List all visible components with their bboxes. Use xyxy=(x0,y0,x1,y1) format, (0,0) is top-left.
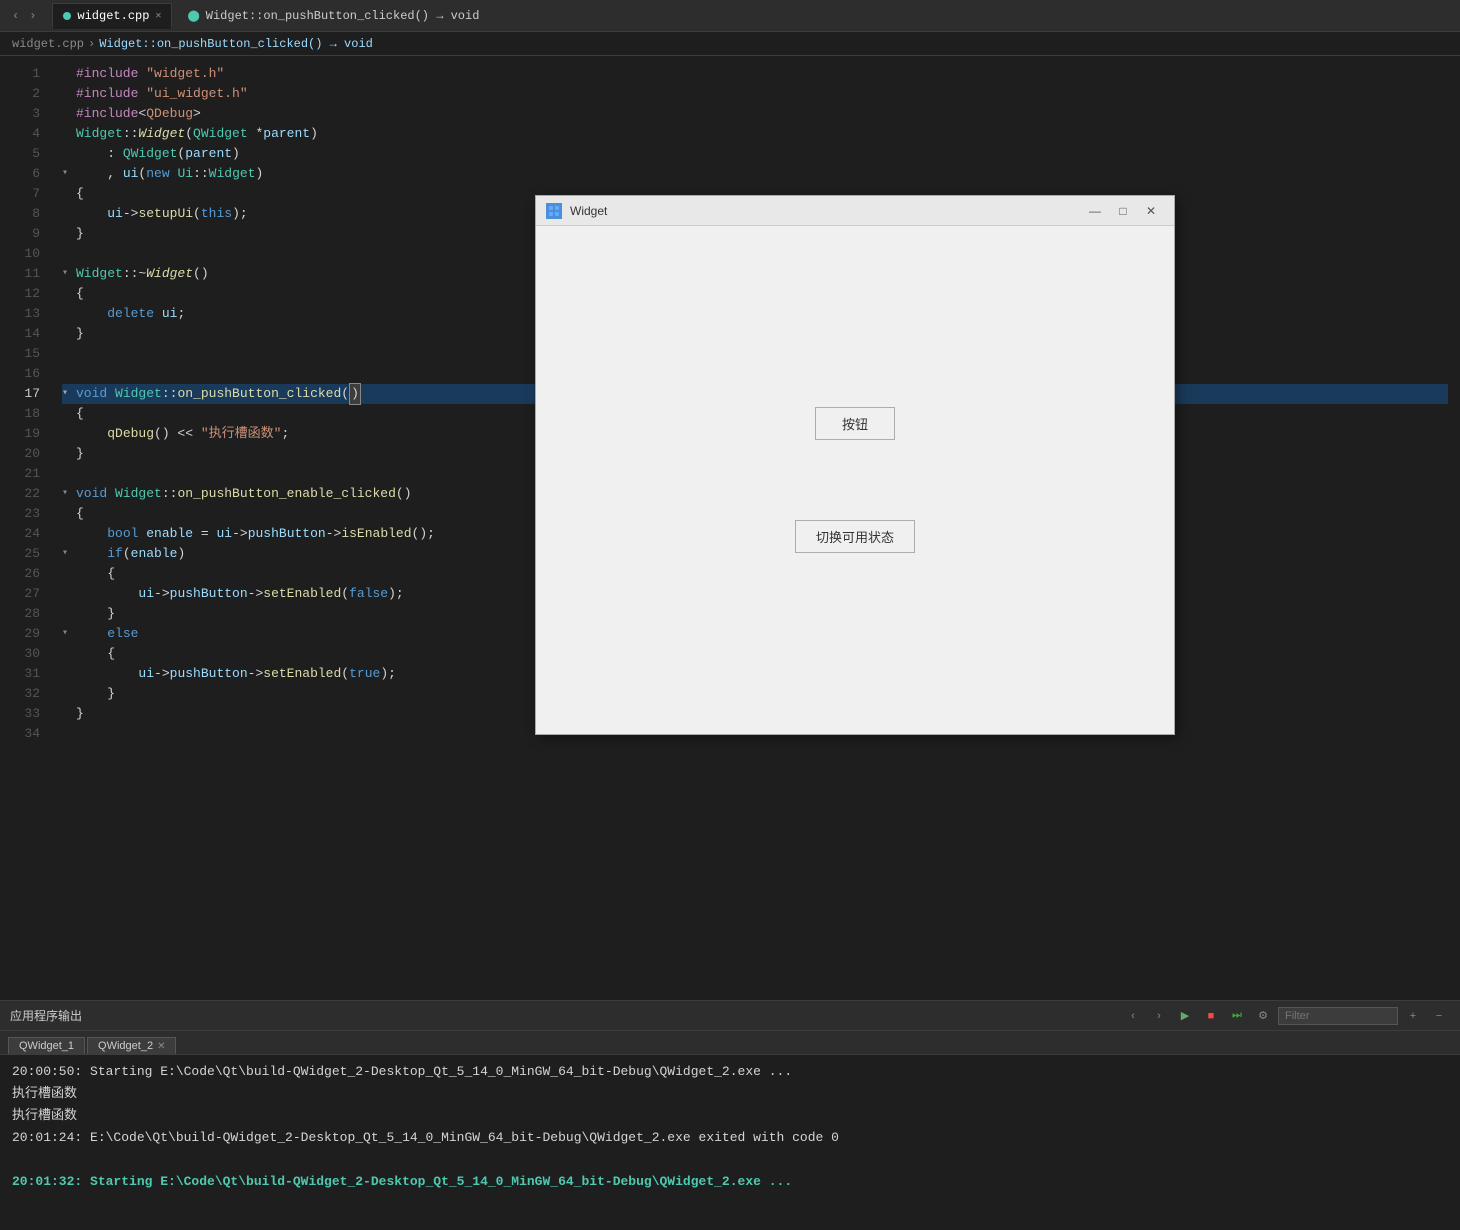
line-numbers: 1 2 3 4 5 6 7 8 9 10 11 12 13 14 15 16 1… xyxy=(0,56,50,1000)
nav-arrows: ‹ › xyxy=(8,7,40,25)
output-step-button[interactable]: ⏭ xyxy=(1226,1007,1248,1025)
window-close-button[interactable]: ✕ xyxy=(1138,201,1164,221)
widget-titlebar: Widget — □ ✕ xyxy=(536,196,1174,226)
output-line-5 xyxy=(12,1149,1448,1171)
breadcrumb-arrow: › xyxy=(88,37,95,51)
ln-11: 11 xyxy=(0,264,40,284)
output-settings-button[interactable]: ⚙ xyxy=(1252,1007,1274,1025)
output-line-3: 执行槽函数 xyxy=(12,1105,1448,1127)
ln-3: 3 xyxy=(0,104,40,124)
ln-24: 24 xyxy=(0,524,40,544)
ln-23: 23 xyxy=(0,504,40,524)
output-tab-qwidget2[interactable]: QWidget_2 ✕ xyxy=(87,1037,176,1054)
ln-7: 7 xyxy=(0,184,40,204)
tab-function[interactable]: ⬤ Widget::on_pushButton_clicked() → void xyxy=(176,3,490,29)
ln-31: 31 xyxy=(0,664,40,684)
output-tabs: QWidget_1 QWidget_2 ✕ xyxy=(0,1031,1460,1055)
nav-forward[interactable]: › xyxy=(25,7,40,25)
breadcrumb: widget.cpp › Widget::on_pushButton_click… xyxy=(0,32,1460,56)
breadcrumb-func: Widget::on_pushButton_clicked() → void xyxy=(99,37,373,51)
ln-14: 14 xyxy=(0,324,40,344)
ln-1: 1 xyxy=(0,64,40,84)
ln-25: 25 xyxy=(0,544,40,564)
tab-bar: ‹ › widget.cpp ✕ ⬤ Widget::on_pushButton… xyxy=(0,0,1460,32)
output-tab-qwidget1-label: QWidget_1 xyxy=(19,1040,74,1052)
output-remove-button[interactable]: − xyxy=(1428,1007,1450,1025)
breadcrumb-file: widget.cpp xyxy=(12,37,84,51)
ln-15: 15 xyxy=(0,344,40,364)
code-line-5: : QWidget(parent) xyxy=(62,144,1448,164)
code-line-6: ▾ , ui(new Ui::Widget) xyxy=(62,164,1448,184)
ln-26: 26 xyxy=(0,564,40,584)
output-controls: ‹ › ▶ ■ ⏭ ⚙ + − xyxy=(1122,1007,1450,1025)
window-minimize-button[interactable]: — xyxy=(1082,201,1108,221)
push-button-1[interactable]: 按钮 xyxy=(815,407,895,440)
widget-preview-window: Widget — □ ✕ 按钮 切换可用状态 xyxy=(535,195,1175,735)
ln-33: 33 xyxy=(0,704,40,724)
output-tab-qwidget2-label: QWidget_2 xyxy=(98,1040,153,1052)
code-line-4: Widget::Widget(QWidget *parent) xyxy=(62,124,1448,144)
ln-13: 13 xyxy=(0,304,40,324)
window-controls: — □ ✕ xyxy=(1082,201,1164,221)
ln-6: 6 xyxy=(0,164,40,184)
ln-32: 32 xyxy=(0,684,40,704)
output-line-1: 20:00:50: Starting E:\Code\Qt\build-QWid… xyxy=(12,1061,1448,1083)
ln-5: 5 xyxy=(0,144,40,164)
widget-app-icon xyxy=(546,203,562,219)
ln-19: 19 xyxy=(0,424,40,444)
code-line-3: #include<QDebug> xyxy=(62,104,1448,124)
tab-close-widget-cpp[interactable]: ✕ xyxy=(155,10,161,22)
output-next-button[interactable]: › xyxy=(1148,1007,1170,1025)
tab-function-label: Widget::on_pushButton_clicked() → void xyxy=(206,9,480,23)
ln-16: 16 xyxy=(0,364,40,384)
ln-30: 30 xyxy=(0,644,40,664)
output-title: 应用程序输出 xyxy=(10,1007,82,1024)
ln-12: 12 xyxy=(0,284,40,304)
code-line-2: #include "ui_widget.h" xyxy=(62,84,1448,104)
output-tab-qwidget2-close[interactable]: ✕ xyxy=(157,1041,165,1052)
window-maximize-button[interactable]: □ xyxy=(1110,201,1136,221)
ln-20: 20 xyxy=(0,444,40,464)
code-line-1: #include "widget.h" xyxy=(62,64,1448,84)
ln-27: 27 xyxy=(0,584,40,604)
tab-widget-cpp[interactable]: widget.cpp ✕ xyxy=(52,3,172,29)
output-toolbar: 应用程序输出 ‹ › ▶ ■ ⏭ ⚙ + − xyxy=(0,1001,1460,1031)
ln-18: 18 xyxy=(0,404,40,424)
widget-title: Widget xyxy=(570,204,1074,218)
output-prev-button[interactable]: ‹ xyxy=(1122,1007,1144,1025)
ln-4: 4 xyxy=(0,124,40,144)
output-add-button[interactable]: + xyxy=(1402,1007,1424,1025)
output-tab-qwidget1[interactable]: QWidget_1 xyxy=(8,1037,85,1054)
tab-function-icon: ⬤ xyxy=(187,9,199,23)
output-stop-button[interactable]: ■ xyxy=(1200,1007,1222,1025)
widget-body: 按钮 切换可用状态 xyxy=(536,226,1174,734)
ln-2: 2 xyxy=(0,84,40,104)
output-play-button[interactable]: ▶ xyxy=(1174,1007,1196,1025)
ln-10: 10 xyxy=(0,244,40,264)
output-panel: 应用程序输出 ‹ › ▶ ■ ⏭ ⚙ + − QWidget_1 QWidget… xyxy=(0,1000,1460,1230)
ln-28: 28 xyxy=(0,604,40,624)
tab-widget-cpp-label: widget.cpp xyxy=(77,9,149,23)
push-button-enable[interactable]: 切换可用状态 xyxy=(795,520,915,553)
ln-34: 34 xyxy=(0,724,40,744)
output-line-6: 20:01:32: Starting E:\Code\Qt\build-QWid… xyxy=(12,1171,1448,1193)
ln-21: 21 xyxy=(0,464,40,484)
ln-8: 8 xyxy=(0,204,40,224)
output-filter-input[interactable] xyxy=(1278,1007,1398,1025)
ln-17: 17 xyxy=(0,384,40,404)
output-line-2: 执行槽函数 xyxy=(12,1083,1448,1105)
ln-9: 9 xyxy=(0,224,40,244)
ln-29: 29 xyxy=(0,624,40,644)
nav-back[interactable]: ‹ xyxy=(8,7,23,25)
ln-22: 22 xyxy=(0,484,40,504)
output-line-4: 20:01:24: E:\Code\Qt\build-QWidget_2-Des… xyxy=(12,1127,1448,1149)
output-content: 20:00:50: Starting E:\Code\Qt\build-QWid… xyxy=(0,1055,1460,1230)
cpp-file-icon xyxy=(63,12,71,20)
